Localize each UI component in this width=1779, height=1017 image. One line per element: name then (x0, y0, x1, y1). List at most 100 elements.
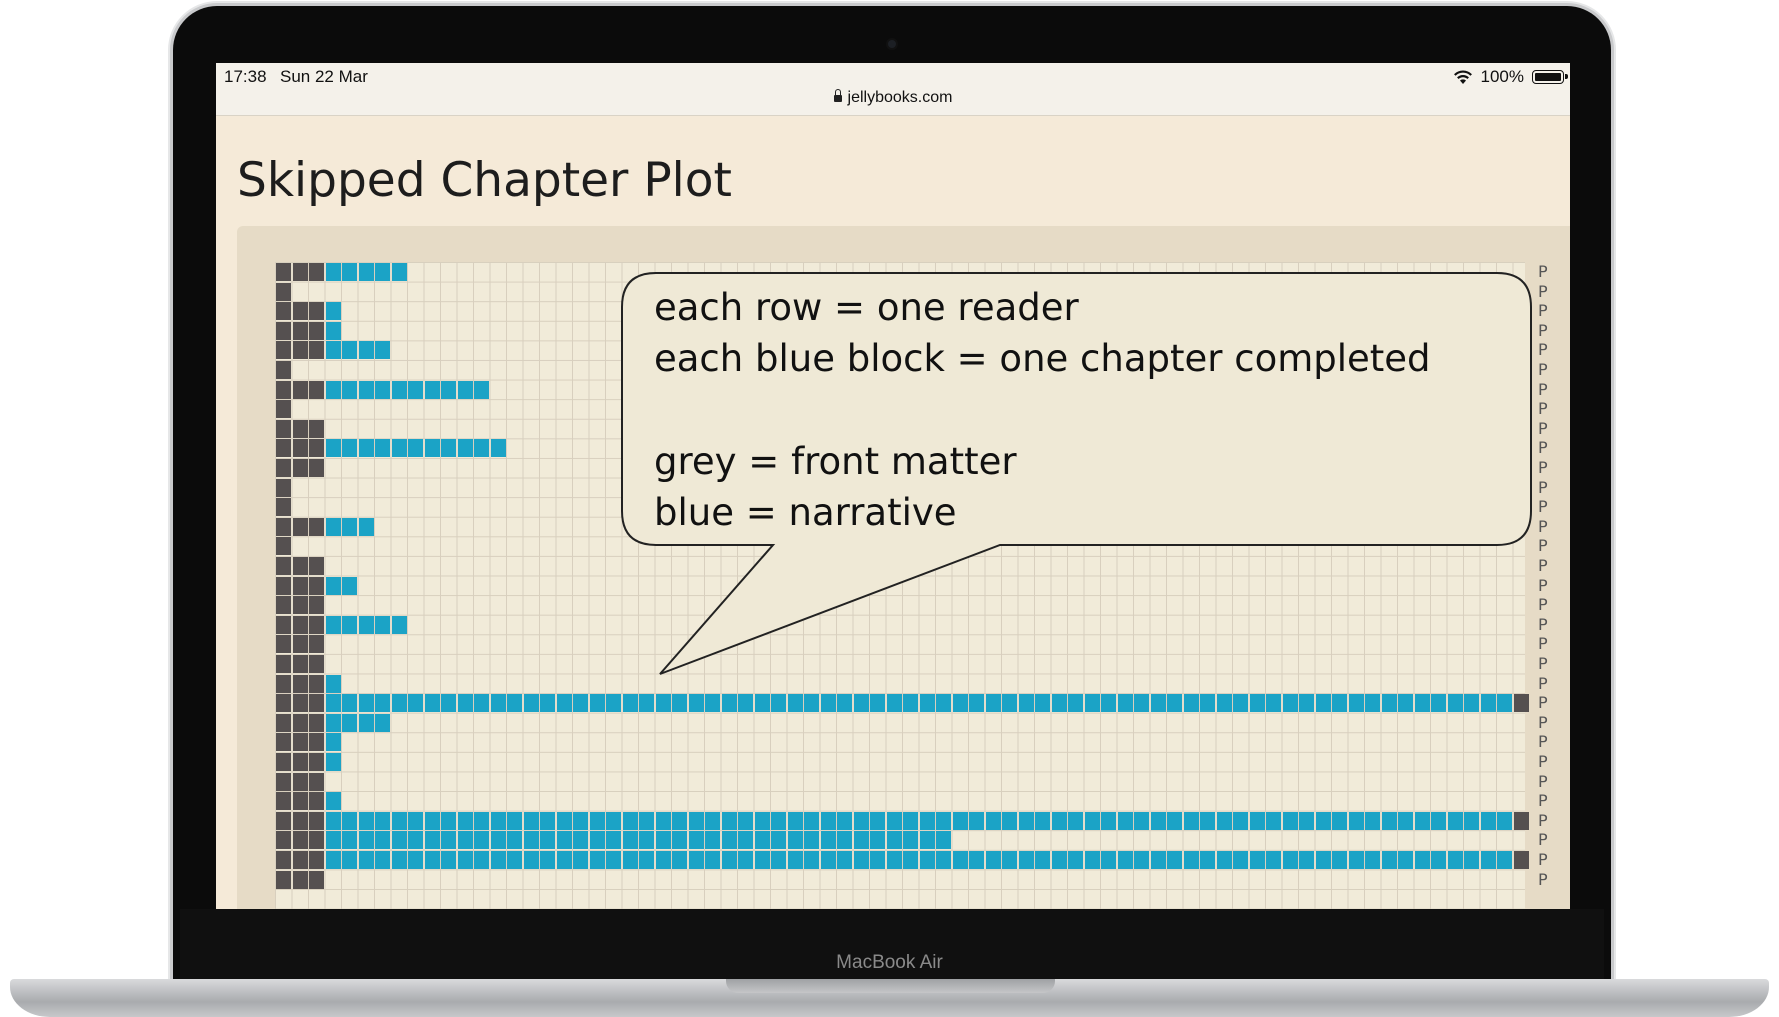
chapter-block (1464, 851, 1479, 869)
chapter-block (1348, 811, 1364, 830)
chapter-block (391, 263, 407, 281)
row-end-label: P (1538, 693, 1548, 713)
front-matter-block (276, 400, 291, 419)
chapter-block (1266, 811, 1281, 830)
chapter-block (903, 851, 918, 869)
chapter-block (375, 439, 390, 458)
front-matter-block (309, 557, 324, 575)
chapter-block (1101, 851, 1116, 869)
front-matter-block (276, 615, 291, 634)
chapter-block (540, 811, 555, 830)
chapter-block (721, 851, 737, 869)
chapter-block (1101, 811, 1116, 830)
front-matter-block (276, 478, 291, 497)
front-matter-block (309, 772, 324, 791)
chapter-block (358, 615, 374, 634)
front-matter-block (276, 361, 291, 379)
front-matter-block (276, 635, 291, 654)
front-matter-block (292, 341, 308, 360)
chapter-block (540, 851, 555, 869)
chapter-block (457, 851, 473, 869)
chapter-block (903, 694, 918, 713)
chapter-block (952, 811, 968, 830)
chapter-block (1398, 694, 1413, 713)
chapter-block (771, 831, 786, 850)
chapter-block (441, 380, 456, 399)
front-matter-block (309, 439, 324, 458)
front-matter-block (309, 302, 324, 321)
chapter-block (837, 811, 852, 830)
chapter-block (375, 615, 390, 634)
chapter-block (870, 831, 885, 850)
address-bar[interactable]: jellybooks.com (216, 89, 1570, 107)
chapter-block (919, 811, 935, 830)
chapter-block (985, 694, 1001, 713)
chapter-block (1117, 694, 1133, 713)
chapter-block (886, 831, 902, 850)
chapter-block (507, 831, 522, 850)
front-matter-block (309, 694, 324, 713)
chapter-block (1282, 851, 1298, 869)
chapter-block (1431, 811, 1446, 830)
chapter-block (507, 851, 522, 869)
chapter-block (903, 831, 918, 850)
chapter-block (540, 694, 555, 713)
chapter-block (1381, 811, 1397, 830)
front-matter-block (276, 517, 291, 536)
front-matter-block (276, 811, 291, 830)
chapter-block (1249, 811, 1265, 830)
chapter-block (358, 517, 374, 536)
chapter-block (325, 831, 341, 850)
chapter-block (1249, 694, 1265, 713)
chapter-block (1480, 694, 1496, 713)
chapter-block (1200, 694, 1215, 713)
chapter-block (1480, 811, 1496, 830)
front-matter-block (292, 772, 308, 791)
chapter-block (1365, 851, 1380, 869)
chapter-block (606, 831, 621, 850)
chapter-block (1414, 694, 1430, 713)
chapter-block (1414, 811, 1430, 830)
chapter-block (342, 341, 357, 360)
front-matter-block (276, 694, 291, 713)
chapter-block (375, 851, 390, 869)
chapter-block (622, 694, 638, 713)
chapter-block (556, 811, 572, 830)
front-matter-block (276, 596, 291, 615)
chapter-block (820, 831, 836, 850)
chapter-block (985, 851, 1001, 869)
chapter-block (969, 851, 984, 869)
row-end-label: P (1538, 752, 1548, 771)
chapter-block (490, 851, 506, 869)
chapter-block (358, 713, 374, 732)
chapter-block (655, 831, 671, 850)
chapter-block (1233, 694, 1248, 713)
chapter-block (754, 694, 770, 713)
chapter-block (441, 851, 456, 869)
front-matter-block (276, 713, 291, 732)
chapter-block (325, 792, 341, 811)
row-end-label: P (1538, 497, 1548, 517)
front-matter-block (292, 713, 308, 732)
chapter-block (424, 831, 440, 850)
chapter-block (408, 831, 423, 850)
chapter-block (490, 811, 506, 830)
chapter-block (342, 576, 357, 595)
chapter-block (853, 694, 869, 713)
chapter-block (919, 851, 935, 869)
chapter-block (1431, 851, 1446, 869)
chapter-block (408, 851, 423, 869)
front-matter-block (309, 851, 324, 869)
front-matter-block (276, 753, 291, 771)
row-end-label: P (1538, 438, 1548, 458)
chapter-block (342, 811, 357, 830)
chapter-block (1068, 851, 1083, 869)
chapter-block (325, 713, 341, 732)
chapter-block (474, 831, 489, 850)
front-matter-block (276, 674, 291, 693)
row-end-label: P (1538, 301, 1548, 321)
front-matter-block (292, 831, 308, 850)
chapter-block (1167, 811, 1182, 830)
front-matter-block (309, 713, 324, 732)
chapter-block (474, 380, 489, 399)
